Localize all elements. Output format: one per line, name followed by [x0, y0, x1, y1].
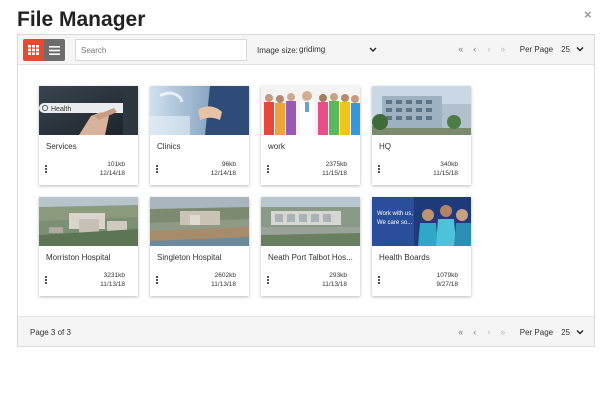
file-card[interactable]: HQ 340kb 11/15/18 [372, 86, 471, 185]
file-card[interactable]: Clinics 96kb 12/14/18 [150, 86, 249, 185]
pagination-bottom: « ‹ › » Per Page 25 [454, 327, 584, 337]
file-thumbnail [150, 197, 249, 246]
file-name: Neath Port Talbot Hos... [268, 253, 353, 262]
page-status: Page 3 of 3 [30, 328, 71, 337]
image-size-label: Image size: [257, 46, 298, 55]
file-date: 11/13/18 [322, 281, 347, 288]
file-thumbnail [150, 86, 249, 135]
per-page-value: 25 [561, 44, 570, 54]
more-options-icon[interactable] [378, 276, 382, 286]
more-options-icon[interactable] [45, 165, 49, 175]
file-size: 3231kb [103, 272, 125, 279]
footer: Page 3 of 3 « ‹ › » Per Page 25 [18, 316, 594, 346]
prev-page-button[interactable]: ‹ [468, 44, 482, 54]
file-date: 11/13/18 [211, 281, 236, 288]
file-thumbnail: Health [39, 86, 138, 135]
pagination-top: « ‹ › » Per Page 25 [454, 44, 584, 54]
last-page-button[interactable]: » [496, 327, 510, 337]
per-page-label: Per Page [519, 44, 554, 54]
chevron-down-icon [369, 47, 377, 52]
file-thumbnail [372, 86, 471, 135]
file-date: 9/27/18 [436, 281, 458, 288]
grid-view-button[interactable] [23, 39, 44, 61]
file-name: HQ [379, 142, 391, 151]
file-thumbnail [261, 197, 360, 246]
first-page-button[interactable]: « [454, 327, 468, 337]
file-size: 340kb [440, 161, 458, 168]
file-size: 96kb [221, 161, 236, 168]
last-page-button[interactable]: » [496, 44, 510, 54]
search-input[interactable] [75, 39, 247, 61]
file-card[interactable]: Singleton Hospital 2602kb 11/13/18 [150, 197, 249, 296]
file-card[interactable]: Work with us, We care so... Health Board… [372, 197, 471, 296]
close-icon[interactable]: × [584, 7, 592, 22]
image-size-select[interactable]: gridimg [299, 43, 379, 57]
grid-view-icon [28, 45, 39, 55]
file-date: 11/15/18 [433, 170, 458, 177]
file-card[interactable]: Health Services 101kb 12/14/18 [39, 86, 138, 185]
first-page-button[interactable]: « [454, 44, 468, 54]
file-card[interactable]: Morriston Hospital 3231kb 11/13/18 [39, 197, 138, 296]
more-options-icon[interactable] [267, 276, 271, 286]
image-size-value: gridimg [299, 45, 326, 54]
toolbar: Image size: gridimg « ‹ › » Per Page 25 [18, 35, 594, 65]
next-page-button[interactable]: › [482, 327, 496, 337]
file-date: 11/13/18 [100, 281, 125, 288]
list-view-icon [49, 45, 60, 55]
file-date: 11/15/18 [322, 170, 347, 177]
page-title: File Manager [17, 8, 146, 31]
file-card[interactable]: Neath Port Talbot Hos... 293kb 11/13/18 [261, 197, 360, 296]
file-date: 12/14/18 [210, 170, 236, 177]
more-options-icon[interactable] [267, 165, 271, 175]
file-manager-panel: Image size: gridimg « ‹ › » Per Page 25 [17, 34, 595, 347]
file-thumbnail [261, 86, 360, 135]
file-name: Services [46, 142, 77, 151]
thumb-health-text: Health [51, 106, 71, 113]
thumb-banner-line-1: Work with us, [377, 211, 413, 217]
prev-page-button[interactable]: ‹ [468, 327, 482, 337]
next-page-button[interactable]: › [482, 44, 496, 54]
file-size: 1079kb [436, 272, 458, 279]
per-page-value: 25 [561, 327, 570, 337]
chevron-down-icon [576, 47, 584, 52]
file-name: Clinics [157, 142, 181, 151]
file-size: 2602kb [214, 272, 236, 279]
file-thumbnail: Work with us, We care so... [372, 197, 471, 246]
file-name: Morriston Hospital [46, 253, 111, 262]
file-thumbnail [39, 197, 138, 246]
chevron-down-icon [576, 330, 584, 335]
file-size: 2375kb [325, 161, 347, 168]
more-options-icon[interactable] [156, 165, 160, 175]
per-page-select[interactable]: 25 [561, 45, 584, 54]
per-page-label: Per Page [519, 327, 554, 337]
file-size: 293kb [329, 272, 347, 279]
thumb-banner-line-2: We care so... [377, 220, 413, 226]
more-options-icon[interactable] [156, 276, 160, 286]
more-options-icon[interactable] [45, 276, 49, 286]
file-name: Singleton Hospital [157, 253, 222, 262]
file-date: 12/14/18 [99, 170, 125, 177]
file-size: 101kb [107, 161, 125, 168]
more-options-icon[interactable] [378, 165, 382, 175]
file-card[interactable]: work 2375kb 11/15/18 [261, 86, 360, 185]
file-name: Health Boards [379, 253, 430, 262]
file-name: work [268, 142, 285, 151]
list-view-button[interactable] [44, 39, 65, 61]
file-grid: Health Services 101kb 12/14/18 Clinics 9… [18, 66, 594, 316]
per-page-select[interactable]: 25 [561, 328, 584, 337]
